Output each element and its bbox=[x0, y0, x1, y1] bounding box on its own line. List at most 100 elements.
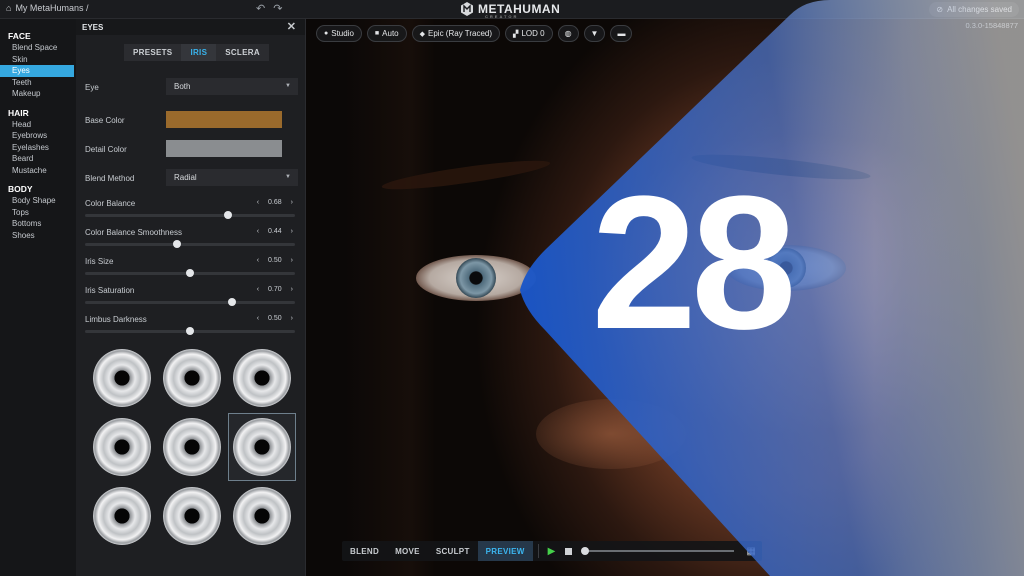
iris-preset-7[interactable] bbox=[89, 483, 155, 549]
detail-color-swatch[interactable] bbox=[166, 140, 282, 157]
caret-down-icon: ▼ bbox=[285, 174, 291, 180]
nav-item-skin[interactable]: Skin bbox=[0, 54, 76, 66]
redo-icon[interactable]: ↷ bbox=[273, 2, 282, 15]
eye-select[interactable]: Both ▼ bbox=[166, 78, 298, 95]
iris-saturation-value: 0.70 bbox=[268, 286, 282, 293]
keyboard-icon: ▬ bbox=[617, 29, 626, 38]
iris-size-slider-row: Iris Size ‹ 0.50 › bbox=[85, 257, 295, 281]
chevron-right-icon[interactable]: › bbox=[291, 228, 293, 235]
hair-right bbox=[874, 19, 1024, 576]
mode-blend-button[interactable]: BLEND bbox=[342, 541, 387, 561]
nav-item-eyebrows[interactable]: Eyebrows bbox=[0, 130, 76, 142]
nav-category-face: FACE bbox=[8, 31, 31, 41]
timeline-scrubber[interactable] bbox=[581, 547, 735, 555]
render-studio-button[interactable]: ● Studio bbox=[316, 25, 362, 42]
app-logo: METAHUMAN CREATOR bbox=[460, 2, 560, 19]
eyes-panel: EYES ✕ PRESETS IRIS SCLERA Eye Both ▼ Base… bbox=[76, 19, 306, 576]
color-balance-smoothness-value: 0.44 bbox=[268, 228, 282, 235]
iris-preset-5[interactable] bbox=[159, 414, 225, 480]
keyboard-button[interactable]: ▬ bbox=[610, 25, 633, 42]
timeline-knob[interactable] bbox=[581, 547, 590, 555]
nav-item-blend-space[interactable]: Blend Space bbox=[0, 42, 76, 54]
nav-item-eyes[interactable]: Eyes bbox=[0, 65, 74, 77]
nav-item-teeth[interactable]: Teeth bbox=[0, 77, 76, 89]
limbus-darkness-thumb[interactable] bbox=[186, 327, 194, 335]
nav-item-makeup[interactable]: Makeup bbox=[0, 88, 76, 100]
undo-icon[interactable]: ↶ bbox=[256, 2, 265, 15]
iris-preset-4[interactable] bbox=[89, 414, 155, 480]
iris-size-value: 0.50 bbox=[268, 257, 282, 264]
iris-thumbnail bbox=[163, 487, 221, 545]
lightbulb-icon: ● bbox=[324, 30, 329, 37]
play-icon[interactable]: ▶ bbox=[548, 546, 556, 557]
iris-thumbnail bbox=[233, 487, 291, 545]
lod-icon: ▞ bbox=[513, 30, 519, 38]
iris-size-thumb[interactable] bbox=[186, 269, 194, 277]
mode-sculpt-button[interactable]: SCULPT bbox=[428, 541, 478, 561]
color-balance-slider-row: Color Balance ‹ 0.68 › bbox=[85, 199, 295, 223]
category-nav: FACE Blend Space Skin Eyes Teeth Makeup HAIR He… bbox=[0, 19, 76, 576]
tab-iris[interactable]: IRIS bbox=[181, 44, 217, 61]
panel-header: EYES ✕ bbox=[76, 19, 305, 35]
color-balance-thumb[interactable] bbox=[223, 211, 232, 219]
chevron-left-icon[interactable]: ‹ bbox=[257, 286, 259, 293]
chevron-right-icon[interactable]: › bbox=[291, 199, 293, 206]
nav-category-body: BODY bbox=[8, 184, 33, 194]
iris-preset-6[interactable] bbox=[228, 413, 296, 481]
nav-item-tops[interactable]: Tops bbox=[0, 207, 76, 219]
tab-presets[interactable]: PRESETS bbox=[124, 44, 182, 61]
chevron-right-icon[interactable]: › bbox=[291, 286, 293, 293]
stop-icon[interactable] bbox=[565, 547, 573, 555]
nav-item-shoes[interactable]: Shoes bbox=[0, 230, 76, 242]
mode-move-button[interactable]: MOVE bbox=[387, 541, 428, 561]
palette-button[interactable]: ◍ bbox=[557, 25, 579, 42]
chevron-left-icon[interactable]: ‹ bbox=[257, 228, 259, 235]
iris-saturation-slider-row: Iris Saturation ‹ 0.70 › bbox=[85, 286, 295, 310]
iris-thumbnail bbox=[93, 418, 151, 476]
film-strip-icon[interactable]: ▦ bbox=[746, 546, 755, 557]
iris-preset-1[interactable] bbox=[89, 345, 155, 411]
nav-item-beard[interactable]: Beard bbox=[0, 153, 76, 165]
iris-preset-2[interactable] bbox=[159, 345, 225, 411]
microphone-icon: ▼ bbox=[590, 29, 599, 38]
limbus-darkness-stepper: ‹ 0.50 › bbox=[257, 315, 293, 322]
chevron-left-icon[interactable]: ‹ bbox=[257, 315, 259, 322]
iris-saturation-track[interactable] bbox=[85, 301, 295, 304]
blend-method-value: Radial bbox=[174, 173, 197, 182]
microphone-button[interactable]: ▼ bbox=[583, 25, 606, 42]
limbus-darkness-label: Limbus Darkness bbox=[85, 315, 147, 324]
color-balance-smoothness-thumb[interactable] bbox=[173, 240, 182, 248]
render-epic-ray-traced-button[interactable]: ◆ Epic (Ray Traced) bbox=[411, 25, 501, 42]
render-auto-button[interactable]: ■ Auto bbox=[366, 25, 407, 42]
chevron-left-icon[interactable]: ‹ bbox=[257, 199, 259, 206]
chevron-right-icon[interactable]: › bbox=[291, 257, 293, 264]
iris-preset-9[interactable] bbox=[229, 483, 295, 549]
iris-saturation-thumb[interactable] bbox=[228, 298, 236, 306]
nav-item-bottoms[interactable]: Bottoms bbox=[0, 218, 76, 230]
chevron-left-icon[interactable]: ‹ bbox=[257, 257, 259, 264]
save-status-badge: ⊘ All changes saved bbox=[929, 2, 1019, 17]
nav-item-eyelashes[interactable]: Eyelashes bbox=[0, 142, 76, 154]
chevron-right-icon[interactable]: › bbox=[291, 315, 293, 322]
iris-size-stepper: ‹ 0.50 › bbox=[257, 257, 293, 264]
nav-item-body-shape[interactable]: Body Shape bbox=[0, 195, 76, 207]
limbus-darkness-value: 0.50 bbox=[268, 315, 282, 322]
blend-method-select[interactable]: Radial ▼ bbox=[166, 169, 298, 186]
render-option-label: Auto bbox=[382, 29, 399, 38]
color-balance-track[interactable] bbox=[85, 214, 295, 217]
render-option-label: Epic (Ray Traced) bbox=[428, 29, 493, 38]
version-label: 0.3.0-15848877 bbox=[965, 21, 1018, 30]
close-icon[interactable]: ✕ bbox=[287, 20, 296, 33]
caret-down-icon: ▼ bbox=[285, 83, 291, 89]
iris-preset-3[interactable] bbox=[229, 345, 295, 411]
nav-item-mustache[interactable]: Mustache bbox=[0, 165, 76, 177]
nav-item-head[interactable]: Head bbox=[0, 119, 76, 131]
breadcrumb[interactable]: ⌂ My MetaHumans / bbox=[6, 3, 88, 13]
tab-sclera[interactable]: SCLERA bbox=[216, 44, 269, 61]
color-balance-smoothness-track[interactable] bbox=[85, 243, 295, 246]
mode-preview-button[interactable]: PREVIEW bbox=[477, 541, 533, 561]
panel-title: EYES bbox=[82, 22, 104, 32]
render-lod-0-button[interactable]: ▞ LOD 0 bbox=[505, 25, 553, 42]
iris-preset-8[interactable] bbox=[159, 483, 225, 549]
base-color-swatch[interactable] bbox=[166, 111, 282, 128]
